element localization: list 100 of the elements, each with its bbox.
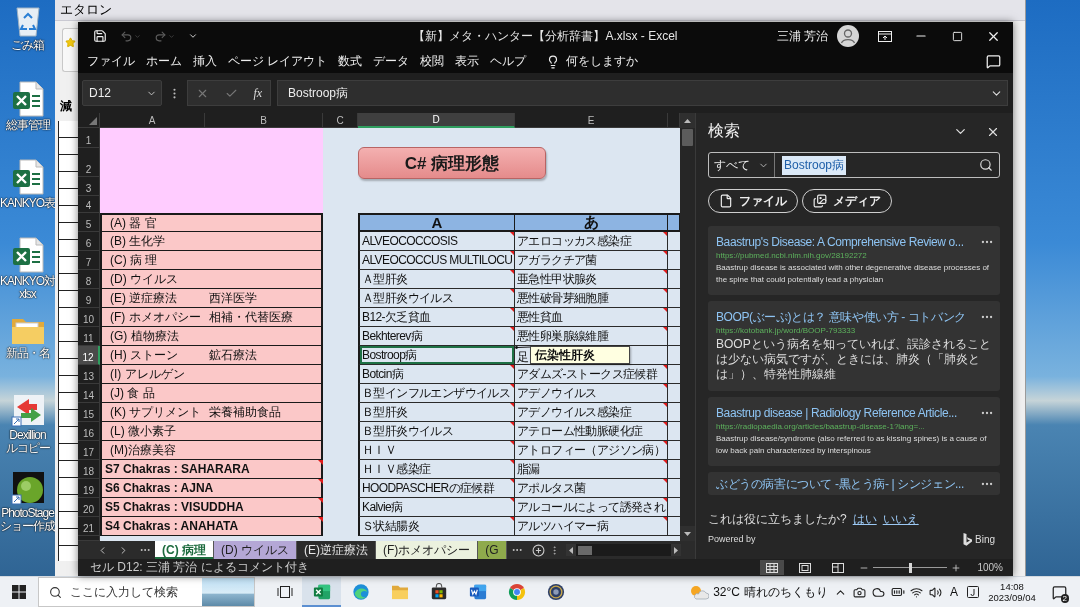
row-header[interactable]: 18 (78, 460, 100, 479)
spreadsheet-file-icon[interactable] (11, 81, 44, 117)
table-cell[interactable]: アトロフィー（アジソン病） (515, 441, 668, 460)
table-cell[interactable]: 悪性破骨芽細胞腫 (515, 289, 668, 308)
row-header[interactable]: 1 (78, 128, 100, 148)
table-cell[interactable]: アルコールによって誘発され (515, 498, 668, 517)
row-header[interactable]: 12 (78, 346, 100, 365)
select-all-button[interactable] (78, 113, 100, 128)
row-header[interactable]: 21 (78, 517, 100, 536)
result-card[interactable] (708, 226, 1000, 295)
battery-icon[interactable] (890, 585, 905, 599)
spreadsheet-file-icon[interactable] (11, 159, 44, 195)
user-name[interactable]: 三浦 芳治 (776, 27, 828, 45)
row-header[interactable]: 4 (78, 196, 100, 213)
table-cell[interactable]: アデノウイルス (515, 384, 668, 403)
table-cell[interactable]: アダムズ-ストークス症候群 (515, 365, 668, 384)
comments-button[interactable] (986, 54, 1001, 69)
search-input[interactable]: ここに入力して検索 (70, 582, 194, 602)
table-cell[interactable]: ＨＩＶ感染症 (358, 460, 515, 479)
table-cell[interactable]: Ｂ型インフルエンザウイルス (358, 384, 515, 403)
notification-button[interactable]: 2 (1042, 577, 1076, 607)
ribbon-tab[interactable]: 校閲 (417, 51, 448, 72)
table-cell[interactable]: B12-欠乏貧血 (358, 308, 515, 327)
row-header[interactable]: 16 (78, 422, 100, 441)
taskbar-search-field[interactable]: ここに入力して検索 (38, 577, 255, 607)
row-header[interactable]: 7 (78, 251, 100, 270)
zoom-in-icon[interactable] (951, 562, 962, 573)
column-header[interactable]: D (358, 113, 515, 128)
table-cell[interactable]: アポルタス菌 (515, 479, 668, 498)
camera-icon[interactable] (853, 585, 866, 599)
desktop-icon-label[interactable]: PhotoStage ショー作成 (0, 507, 55, 533)
row-header[interactable]: 13 (78, 365, 100, 384)
row-header[interactable]: 20 (78, 498, 100, 517)
spreadsheet-file-icon[interactable] (11, 237, 44, 273)
table-cell[interactable]: 脂漏 (515, 460, 668, 479)
row-header[interactable]: 6 (78, 232, 100, 251)
scrollbar-thumb[interactable] (682, 129, 693, 146)
table-cell[interactable]: Ｓ状結腸炎 (358, 517, 515, 536)
column-header[interactable]: A (100, 113, 205, 128)
table-cell[interactable]: アテローム性動脈硬化症 (515, 422, 668, 441)
column-header[interactable]: C (323, 113, 358, 128)
result-card[interactable] (708, 397, 1000, 466)
disc-app-icon[interactable] (10, 471, 45, 505)
ribbon-tab[interactable]: ページ レイアウト (225, 51, 331, 72)
filter-chip[interactable]: メディア (802, 189, 892, 213)
result-card[interactable]: BOOP(ぶーぷ)とは？ 意味や使い方 - コトバンク https://kotobank.jp/word/BOOP-793333 BOOPという病名を知っていれば、誤診されることは少ない病気ですが、ときには、肺炎（「肺炎とは」）、特発性肺線維 (708, 301, 1000, 391)
scope-dropdown[interactable]: すべて (709, 153, 775, 177)
cloud-icon[interactable] (872, 585, 885, 599)
desktop-icon-label[interactable]: 総事管理 (5, 119, 50, 132)
row-header[interactable]: 2 (78, 148, 100, 177)
table-cell[interactable]: アルツハイマー病 (515, 517, 668, 536)
ribbon-tab[interactable]: ホーム (143, 51, 185, 72)
result-title[interactable]: ぶどうの病害について -黒とう病- | シンジェン... (716, 475, 978, 493)
table-cell[interactable]: アエロコッカス感染症 (515, 232, 668, 251)
search-icon[interactable] (979, 158, 993, 172)
input-mode-indicator[interactable]: A (945, 585, 963, 599)
row-header[interactable]: 9 (78, 289, 100, 308)
avatar-icon[interactable] (837, 25, 859, 47)
table-cell[interactable]: Ｂ型肝炎ウイルス (358, 422, 515, 441)
scroll-right-button[interactable] (671, 544, 681, 556)
ribbon-tab[interactable]: ファイル (84, 51, 138, 72)
vertical-scrollbar[interactable] (680, 113, 695, 541)
scroll-down-button[interactable] (680, 526, 695, 541)
clock[interactable]: 14:08 2023/09/04 (986, 581, 1038, 603)
row-header[interactable]: 3 (78, 177, 100, 196)
name-box[interactable]: D12 (82, 80, 162, 106)
result-title[interactable]: Baastrup disease | Radiology Reference Article... (716, 406, 978, 420)
row-header[interactable]: 5 (78, 213, 100, 232)
quick-access-button[interactable] (91, 27, 109, 45)
table-cell[interactable]: Ａ型肝炎 (358, 270, 515, 289)
table-cell[interactable]: Ｂ型肝炎 (358, 403, 515, 422)
desktop-icon-label[interactable]: Dexillion ルコピー (5, 429, 50, 455)
table-cell[interactable]: Bekhterev病 (358, 327, 515, 346)
desktop-icon-label[interactable]: ごみ箱 (11, 39, 44, 52)
view-button[interactable] (760, 560, 785, 575)
row-header[interactable]: 8 (78, 270, 100, 289)
row-header[interactable]: 14 (78, 384, 100, 403)
table-cell[interactable]: アガラクチア菌 (515, 251, 668, 270)
table-cell[interactable]: ALVEOCOCCUS MULTILOCU (358, 251, 515, 270)
table-cell[interactable]: HOODPASCHERの症候群 (358, 479, 515, 498)
scroll-left-button[interactable] (565, 544, 576, 556)
ribbon-tab[interactable]: ヘルプ (487, 51, 530, 72)
table-cell[interactable]: ＨＩＶ (358, 441, 515, 460)
ribbon-tab[interactable]: データ (370, 51, 413, 72)
scroll-up-button[interactable] (680, 113, 695, 128)
filter-chip[interactable]: ファイル (708, 189, 798, 213)
table-cell[interactable]: 亜急性甲状腺炎 (515, 270, 668, 289)
table-cell[interactable]: アデノウイルス感染症 (515, 403, 668, 422)
feedback-link[interactable]: はい (852, 510, 877, 528)
shape-button[interactable]: C# 病理形態 (358, 147, 546, 179)
table-cell[interactable]: Ａ型肝炎ウイルス (358, 289, 515, 308)
zoom-slider-thumb[interactable] (909, 562, 913, 573)
ribbon-tab[interactable]: 挿入 (190, 51, 220, 72)
row-header[interactable]: 17 (78, 441, 100, 460)
insert-function-button[interactable]: fx (253, 85, 263, 101)
zoom-level-text[interactable]: 100% (977, 562, 1003, 573)
scrollbar-thumb[interactable] (577, 545, 592, 555)
column-header[interactable]: B (205, 113, 323, 128)
row-header[interactable]: 11 (78, 327, 100, 346)
row-header[interactable]: 10 (78, 308, 100, 327)
